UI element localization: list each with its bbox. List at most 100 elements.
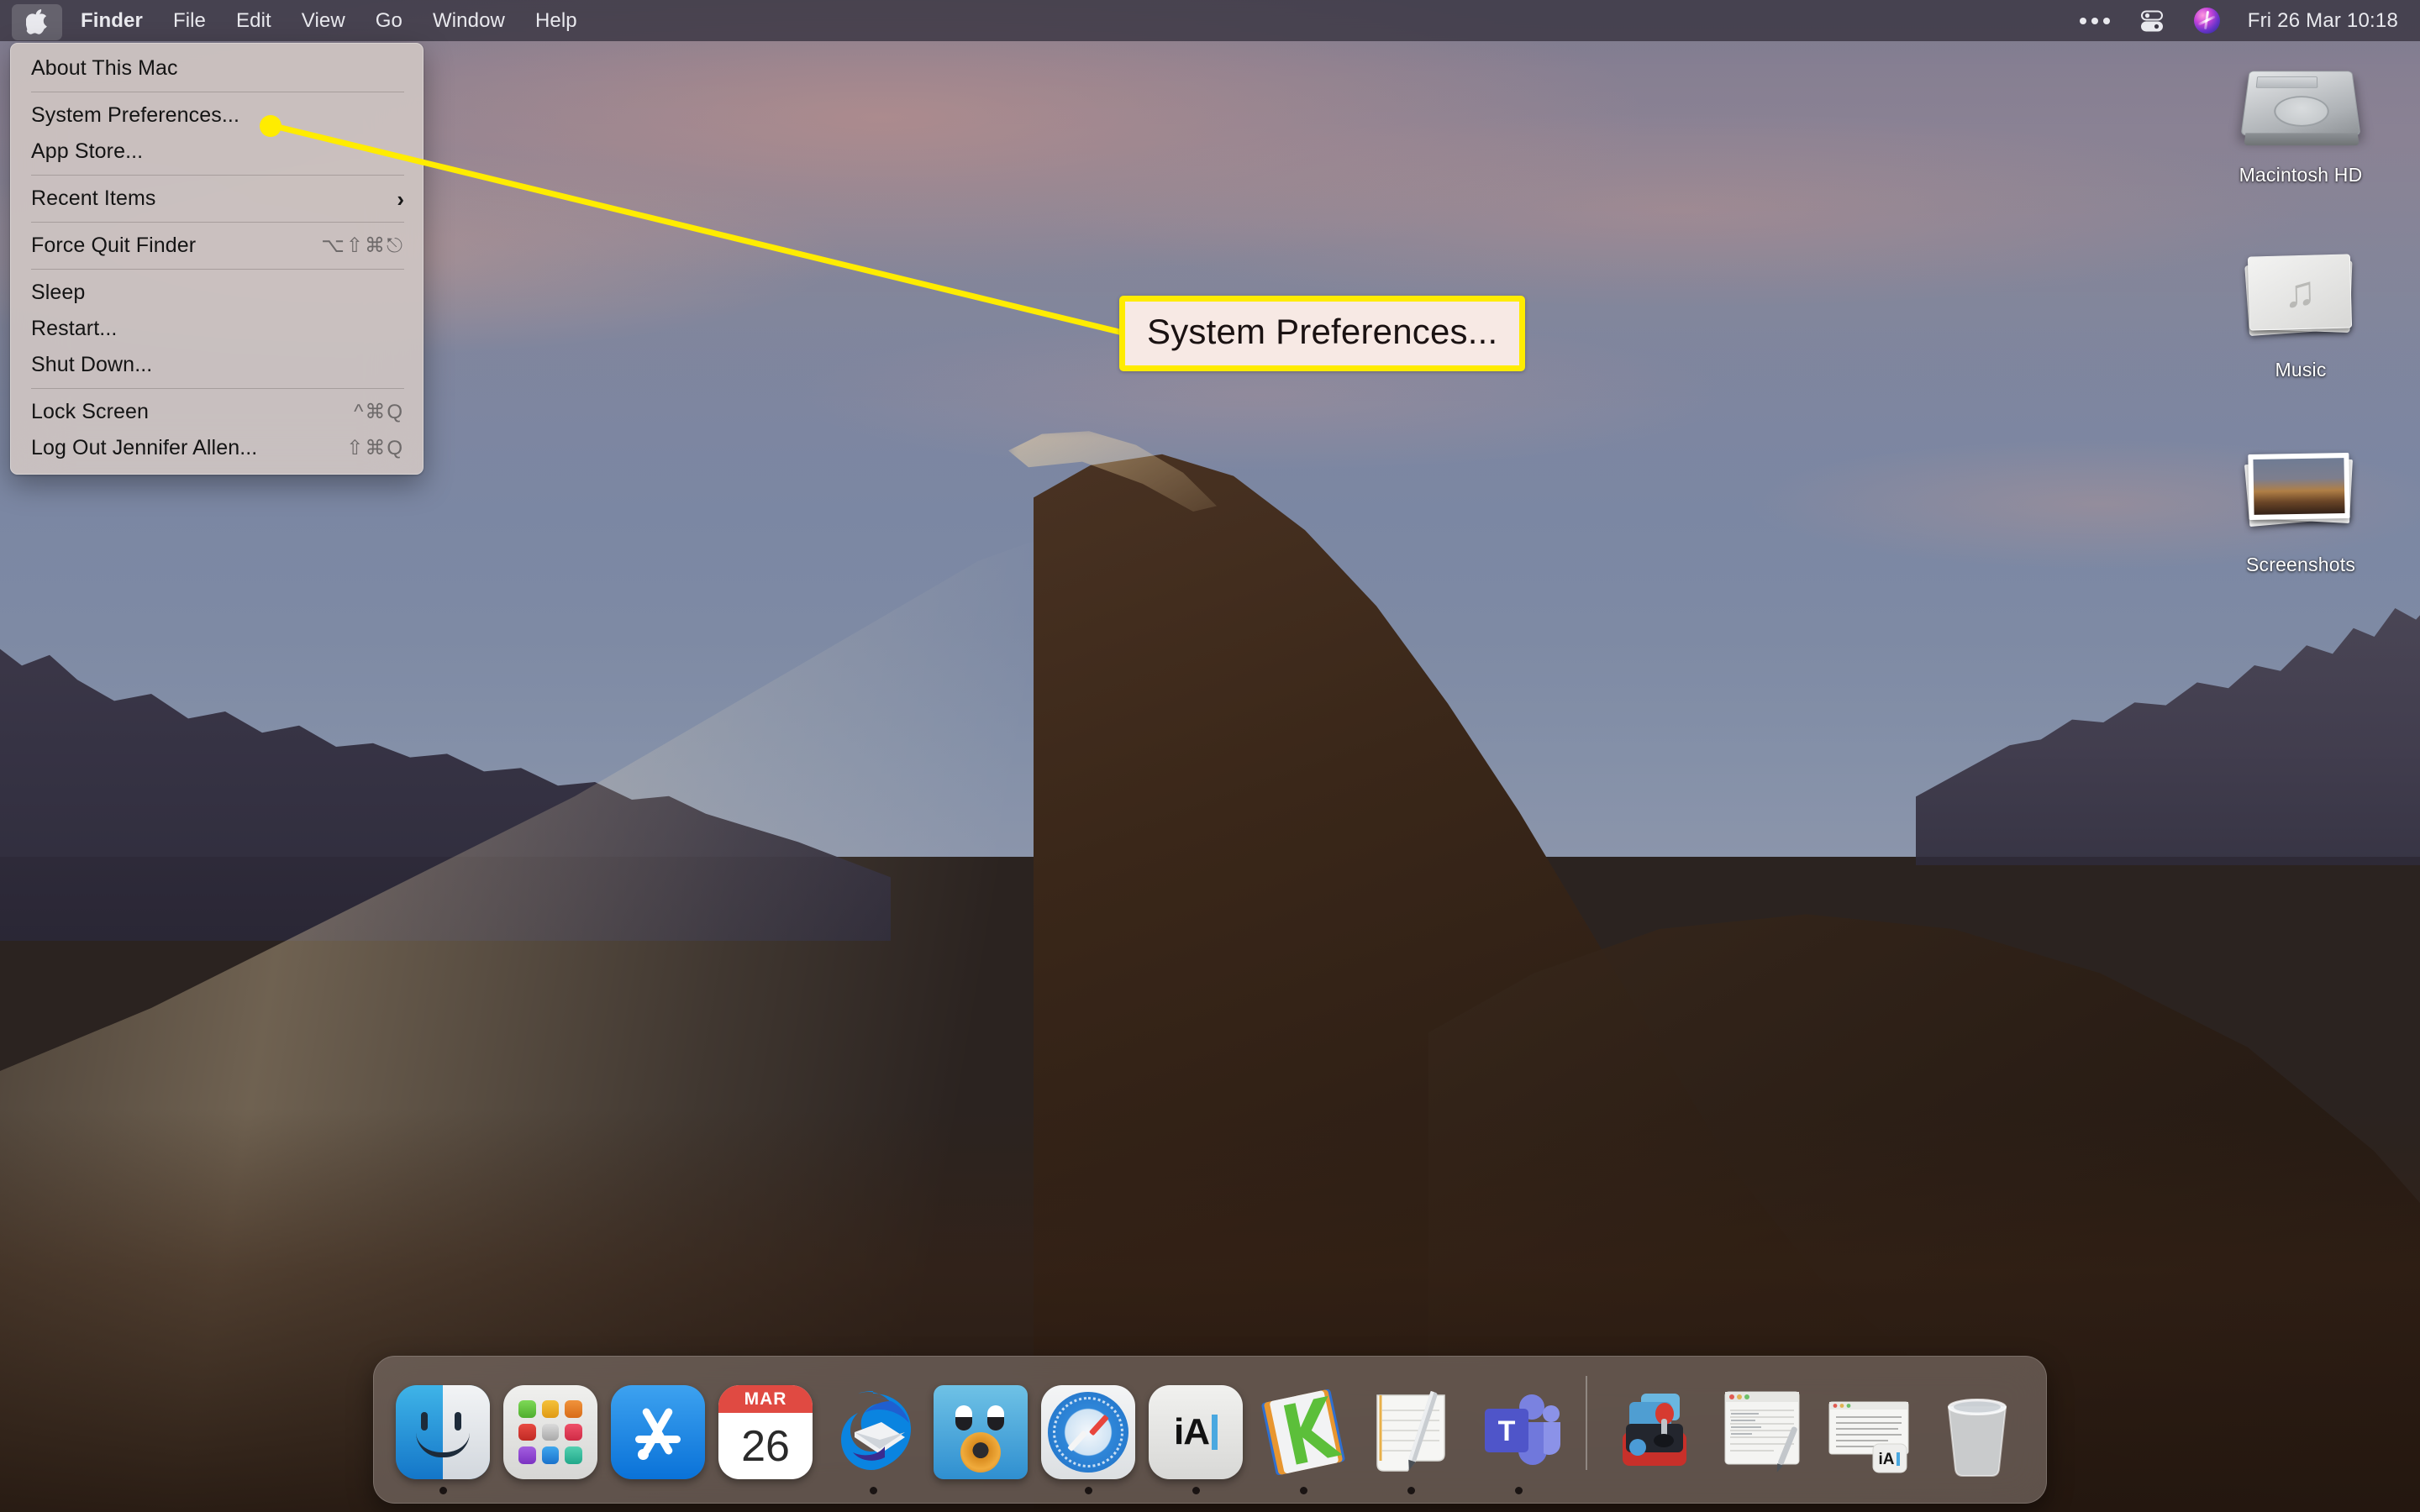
menu-separator [31,269,404,270]
hard-drive-icon [2240,47,2361,155]
apple-logo-icon[interactable] [12,3,62,40]
dock: MAR 26 iA T iA [373,1356,2047,1504]
chevron-right-icon: › [397,186,404,212]
running-indicator [1192,1487,1200,1494]
dock-item-launchpad[interactable] [497,1368,604,1494]
dock-item-ia-document[interactable]: iA [1816,1368,1923,1494]
menu-item-shortcut: ^⌘Q [354,401,404,423]
menu-bar-item-help[interactable]: Help [520,0,592,41]
ellipsis-icon[interactable] [2065,0,2124,41]
desktop-icon-column: Macintosh HD ♫ Music Screenshots [2208,47,2393,576]
menu-bar-item-go[interactable]: Go [360,0,418,41]
calendar-icon: MAR 26 [718,1385,813,1479]
menu-item-shut-down[interactable]: Shut Down... [11,347,423,383]
tweetbot-icon [934,1385,1028,1479]
dock-item-tweetbot[interactable] [927,1368,1034,1494]
running-indicator [655,1487,662,1494]
desktop-icon-label: Macintosh HD [2238,164,2363,186]
dock-item-trash[interactable] [1923,1368,2031,1494]
menu-item-label: Restart... [31,317,118,340]
running-indicator [1084,1487,1092,1494]
menu-item-lock-screen[interactable]: Lock Screen ^⌘Q [11,394,423,430]
menu-item-restart[interactable]: Restart... [11,311,423,347]
notes-document-stack-icon [1715,1385,1809,1479]
menu-separator [31,388,404,389]
menu-item-label: Log Out Jennifer Allen... [31,436,258,459]
menu-item-sleep[interactable]: Sleep [11,275,423,311]
running-indicator [1514,1487,1523,1494]
siri-icon[interactable] [2180,0,2234,41]
dock-item-notes[interactable] [1357,1368,1465,1494]
safari-icon [1041,1385,1135,1479]
menu-item-system-preferences[interactable]: System Preferences... [11,97,423,134]
menu-item-label: App Store... [31,139,144,163]
menu-item-shortcut: ⌥⇧⌘⎋ [321,234,404,257]
calendar-day: 26 [741,1421,790,1471]
running-indicator [869,1487,877,1494]
thunderbird-icon [826,1385,920,1479]
dock-item-openemu[interactable] [1601,1368,1708,1494]
dock-item-finder[interactable] [389,1368,497,1494]
menu-bar-clock[interactable]: Fri 26 Mar 10:18 [2234,9,2398,33]
menu-item-label: System Preferences... [31,103,240,127]
running-indicator [1759,1487,1766,1494]
calendar-month: MAR [718,1385,813,1413]
dock-item-app-store[interactable] [604,1368,712,1494]
menu-bar-item-window[interactable]: Window [418,0,520,41]
ia-document-icon: iA [1823,1385,1917,1479]
dock-item-thunderbird[interactable] [819,1368,927,1494]
menu-item-label: Force Quit Finder [31,234,197,257]
running-indicator [1866,1487,1874,1494]
menu-separator [31,222,404,223]
dock-separator [1586,1376,1587,1470]
desktop-icon-label: Music [2275,359,2327,381]
running-indicator [1651,1487,1659,1494]
running-indicator [762,1487,770,1494]
menu-bar-item-finder[interactable]: Finder [62,0,158,41]
finder-icon [396,1385,490,1479]
svg-text:T: T [1498,1415,1516,1447]
desktop-icon-macintosh-hd[interactable]: Macintosh HD [2217,47,2385,186]
screenshots-photo-stack-icon [2244,437,2356,544]
menu-item-app-store[interactable]: App Store... [11,134,423,170]
dock-item-microsoft-teams[interactable]: T [1465,1368,1572,1494]
menu-item-label: Sleep [31,281,86,304]
music-folder-stack-icon: ♫ [2244,242,2356,349]
menu-item-label: About This Mac [31,56,178,80]
svg-text:iA: iA [1879,1451,1895,1468]
ia-writer-icon: iA [1149,1385,1243,1479]
menu-item-force-quit-finder[interactable]: Force Quit Finder ⌥⇧⌘⎋ [11,228,423,264]
running-indicator [547,1487,555,1494]
ia-writer-mark: iA [1174,1411,1210,1452]
menu-item-about-this-mac[interactable]: About This Mac [11,50,423,87]
notes-icon [1364,1385,1458,1479]
control-center-icon[interactable] [2124,0,2180,41]
desktop-icon-music[interactable]: ♫ Music [2217,242,2385,381]
running-indicator [1974,1487,1981,1494]
menu-bar-status-items: Fri 26 Mar 10:18 [2065,0,2420,41]
menu-item-label: Shut Down... [31,353,153,376]
desktop-icon-screenshots[interactable]: Screenshots [2217,437,2385,576]
desktop-icon-label: Screenshots [2245,554,2356,575]
app-store-icon [611,1385,705,1479]
dock-item-calendar[interactable]: MAR 26 [712,1368,819,1494]
launchpad-icon [503,1385,597,1479]
apple-menu-dropdown: About This Mac System Preferences... App… [10,43,424,475]
dock-item-ia-writer[interactable]: iA [1142,1368,1249,1494]
menu-item-label: Lock Screen [31,400,150,423]
menu-bar-item-view[interactable]: View [287,0,360,41]
dock-item-safari[interactable] [1034,1368,1142,1494]
menu-item-log-out[interactable]: Log Out Jennifer Allen... ⇧⌘Q [11,430,423,466]
menu-separator [31,175,404,176]
menu-bar-item-edit[interactable]: Edit [221,0,287,41]
keep-icon [1256,1385,1350,1479]
running-indicator [977,1487,985,1494]
dock-item-keep[interactable] [1249,1368,1357,1494]
running-indicator [1299,1487,1307,1494]
menu-item-recent-items[interactable]: Recent Items › [11,181,423,217]
menu-item-shortcut: ⇧⌘Q [346,437,404,459]
dock-item-documents-stack[interactable] [1708,1368,1816,1494]
menu-bar-item-file[interactable]: File [158,0,221,41]
microsoft-teams-icon: T [1471,1385,1565,1479]
running-indicator [439,1487,447,1494]
